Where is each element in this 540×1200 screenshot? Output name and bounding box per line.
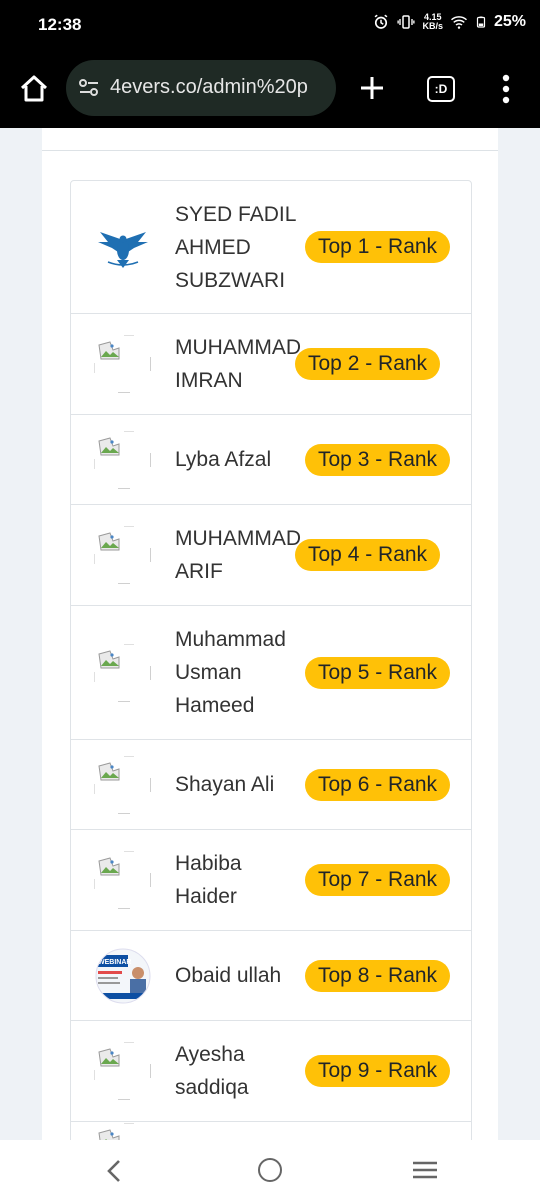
broken-image-icon [94,1123,152,1140]
rank-cell: Top 2 - Rank [295,348,471,380]
avatar-cell [71,430,175,489]
member-name: Muhammad [175,1120,305,1141]
avatar-cell [71,851,175,909]
ranking-row: Ayesha saddiqa Top 9 - Rank [71,1021,471,1122]
broken-image-icon [94,430,152,489]
ranking-list: SYED FADIL AHMED SUBZWARI Top 1 - Rank MUH… [70,180,472,1140]
broken-image-glyph [98,857,120,876]
net-speed-unit: KB/s [422,21,443,31]
status-icons: 4.15 KB/s 25% [372,13,526,31]
rank-cell: Top 8 - Rank [305,959,471,992]
broken-image-glyph [98,532,120,551]
eagle-logo-icon [98,232,148,268]
broken-image-icon [94,643,152,702]
home-circle-icon[interactable] [258,1158,282,1182]
member-name: Habiba Haider [175,852,242,908]
member-name: Shayan Ali [175,773,275,796]
rank-cell: Top 4 - Rank [295,539,471,571]
avatar-cell [71,643,175,702]
ranking-row: Muhammad [71,1122,471,1140]
rank-cell: Top 3 - Rank [305,443,471,476]
tabs-count: :D [434,82,448,96]
ranking-row: Habiba Haider Top 7 - Rank [71,830,471,931]
broken-image-icon [94,1042,152,1100]
status-time: 12:38 [38,15,82,34]
avatar-cell [71,1123,175,1140]
menu-icon[interactable] [412,1160,438,1180]
tabs-icon[interactable]: :D [427,76,455,102]
home-icon[interactable] [18,73,50,105]
member-name: Muhammad Usman Hameed [175,628,286,717]
ranking-row: WEBINAR Obaid ullah Top 8 - Rank [71,931,471,1021]
broken-image-glyph [98,341,120,360]
plus-icon[interactable] [358,74,386,102]
rank-badge: Top 3 - Rank [305,443,451,476]
rank-badge: Top 5 - Rank [305,656,451,689]
avatar-cell [71,1042,175,1100]
avatar-cell [71,218,175,276]
ranking-row: MUHAMMAD ARIF Top 4 - Rank [71,505,471,606]
webinar-text: WEBINAR [98,959,131,966]
browser-toolbar: 4evers.co/admin%20p :D [0,50,540,128]
rank-cell: Top 9 - Rank [305,1055,471,1087]
url-text[interactable]: 4evers.co/admin%20p [110,76,308,99]
member-name: Lyba Afzal [175,448,272,471]
site-settings-icon[interactable] [78,77,100,99]
content-card: SYED FADIL AHMED SUBZWARI Top 1 - Rank MUH… [42,128,498,1140]
eagle-logo-avatar [94,218,152,276]
ranking-row: Shayan Ali Top 6 - Rank [71,740,471,830]
webinar-photo-avatar: WEBINAR [94,947,152,1005]
wifi-icon [450,16,467,29]
webinar-photo-icon: WEBINAR [95,948,151,1003]
broken-image-glyph [98,1048,120,1067]
rank-cell: Top 5 - Rank [305,656,471,689]
broken-image-glyph [98,761,120,780]
broken-image-icon [94,335,152,393]
status-bar: 12:38 4.15 KB/s 25% [0,0,540,50]
battery-percent: 25% [493,13,526,30]
system-nav-bar [0,1140,540,1200]
rank-badge: Top 1 - Rank [305,231,451,263]
broken-image-glyph [98,436,120,455]
member-name: SYED FADIL AHMED SUBZWARI [175,202,296,292]
ranking-row: SYED FADIL AHMED SUBZWARI Top 1 - Rank [71,181,471,314]
page-content: SYED FADIL AHMED SUBZWARI Top 1 - Rank MUH… [0,128,540,1140]
ranking-row: Lyba Afzal Top 3 - Rank [71,415,471,505]
net-speed: 4.15 KB/s [422,13,443,31]
rank-badge: Top 8 - Rank [305,959,451,992]
rank-badge: Top 4 - Rank [295,539,441,571]
rank-badge: Top 7 - Rank [305,864,451,896]
rank-cell: Top 1 - Rank [305,231,471,263]
broken-image-icon [94,755,152,814]
member-name: MUHAMMAD IMRAN [175,336,301,392]
rank-cell: Top 7 - Rank [305,864,471,896]
avatar-cell: WEBINAR [71,947,175,1005]
ranking-row: Muhammad Usman Hameed Top 5 - Rank [71,606,471,740]
member-name: Ayesha saddiqa [175,1043,249,1099]
alarm-icon [375,14,388,29]
battery-icon [476,16,486,28]
card-header-divider [42,150,498,151]
vibrate-icon [397,15,416,29]
avatar-cell [71,526,175,584]
broken-image-glyph [98,649,120,668]
ranking-row: MUHAMMAD IMRAN Top 2 - Rank [71,314,471,415]
avatar-cell [71,755,175,814]
rank-badge: Top 9 - Rank [305,1055,451,1087]
back-icon[interactable] [104,1158,124,1184]
address-bar[interactable]: 4evers.co/admin%20p [66,60,336,116]
more-vert-icon[interactable] [500,74,512,104]
broken-image-icon [94,851,152,909]
avatar-cell [71,335,175,393]
member-name: MUHAMMAD ARIF [175,527,301,583]
member-name: Obaid ullah [175,964,282,987]
rank-badge: Top 6 - Rank [305,768,451,801]
rank-badge: Top 2 - Rank [295,348,441,380]
rank-cell: Top 6 - Rank [305,768,471,801]
broken-image-icon [94,526,152,584]
broken-image-glyph [98,1129,120,1140]
